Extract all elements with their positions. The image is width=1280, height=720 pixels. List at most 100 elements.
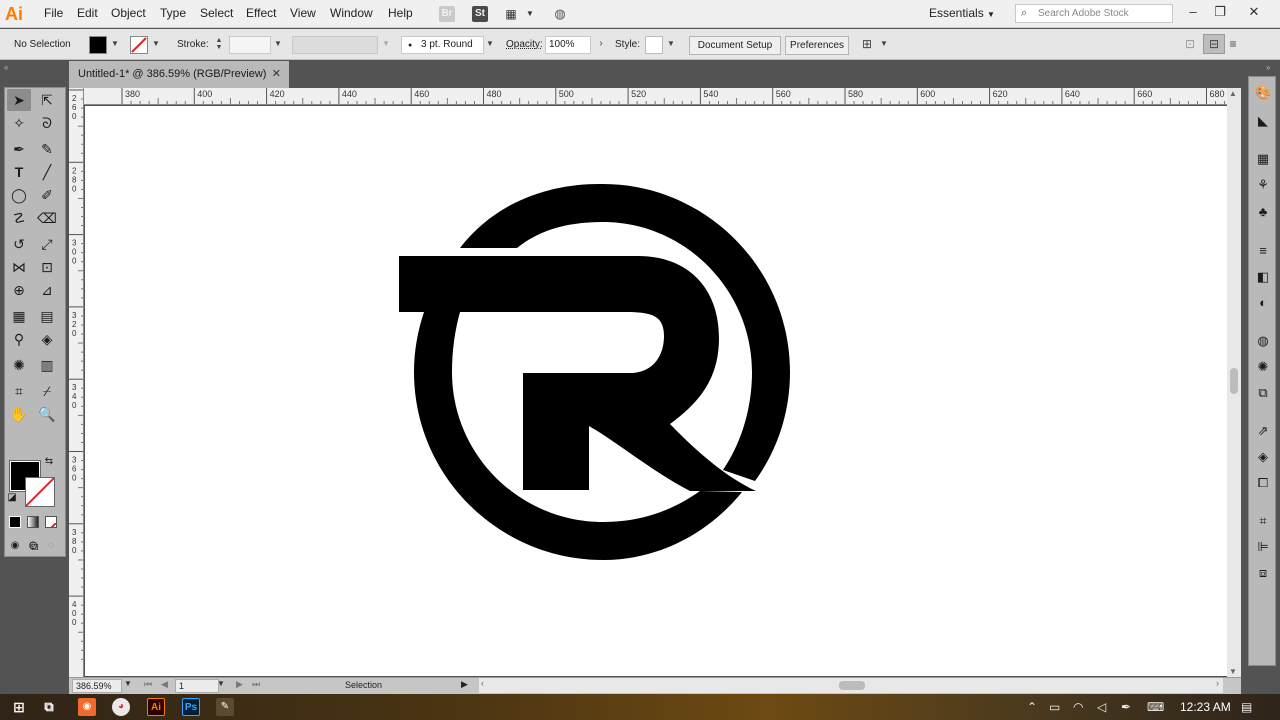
symbols-panel-icon[interactable]: ♣ [1255, 204, 1271, 220]
show-hidden-icons[interactable]: ⌃ [1027, 699, 1037, 715]
default-colors-icon[interactable]: ◪ [6, 492, 18, 504]
graphic-styles-icon[interactable]: ✺ [1255, 359, 1271, 375]
opacity-label[interactable]: Opacity: [506, 39, 543, 50]
draw-normal-icon[interactable]: ◉ [7, 539, 23, 553]
opacity-input[interactable]: 100% [545, 36, 591, 54]
zoom-tool-icon[interactable]: 🔍 [35, 403, 59, 425]
scroll-down-icon[interactable]: ▼ [1229, 667, 1237, 676]
chevron-down-icon[interactable]: ▼ [217, 679, 225, 688]
none-mode-icon[interactable] [45, 516, 57, 528]
chevron-down-icon[interactable]: ▼ [879, 37, 889, 51]
isolate-icon[interactable]: ⊡ [1183, 37, 1197, 51]
artboard-canvas[interactable] [85, 106, 1227, 676]
menu-window[interactable]: Window [330, 6, 373, 20]
brushes-panel-icon[interactable]: ⚘ [1255, 177, 1271, 193]
action-center-icon[interactable]: ▤ [1241, 699, 1252, 715]
keyboard-icon[interactable]: ⌨ [1147, 699, 1164, 715]
chevron-down-icon[interactable]: ▼ [522, 6, 538, 22]
appearance-panel-icon[interactable]: ◍ [1255, 333, 1271, 349]
ellipse-tool-icon[interactable]: ◯ [7, 184, 31, 206]
color-panel-icon[interactable]: 🎨 [1255, 85, 1271, 101]
artboard-number-input[interactable]: 1 [175, 679, 219, 693]
chevron-down-icon[interactable]: ▼ [124, 679, 132, 688]
close-tab-icon[interactable]: ✕ [272, 67, 281, 80]
stroke-weight-stepper[interactable]: ▲ ▼ [214, 37, 224, 53]
app-photoshop-icon[interactable]: Ps [182, 698, 200, 716]
artboards-panel-icon[interactable]: ⧠ [1255, 475, 1271, 491]
chevron-down-icon[interactable]: ▼ [151, 37, 161, 51]
r-circle-logo[interactable] [85, 106, 1227, 676]
chevron-down-icon[interactable]: ▼ [381, 37, 391, 51]
chevron-down-icon[interactable]: ▼ [666, 37, 676, 51]
document-tab[interactable]: Untitled-1* @ 386.59% (RGB/Preview) ✕ [69, 61, 289, 88]
bridge-icon[interactable]: Br [439, 6, 455, 22]
scroll-up-icon[interactable]: ▲ [1229, 89, 1237, 98]
app-paint-icon[interactable]: ✎ [216, 698, 234, 716]
battery-icon[interactable]: ▭ [1049, 699, 1060, 715]
app-illustrator-icon[interactable]: Ai [147, 698, 165, 716]
hand-tool-icon[interactable]: ✋ [7, 403, 31, 425]
panel-menu-icon[interactable]: ≡ [1228, 37, 1238, 51]
stroke-swatch[interactable] [25, 477, 55, 507]
document-setup-button[interactable]: Document Setup [689, 36, 781, 55]
select-similar-icon[interactable]: ⊞ [860, 37, 874, 51]
line-tool-icon[interactable]: ╱ [35, 161, 59, 183]
minimize-icon[interactable]: – [1183, 2, 1203, 22]
stroke-color-swatch[interactable] [130, 36, 148, 54]
gpu-performance-icon[interactable]: ◍ [552, 6, 568, 22]
collapse-panel-icon[interactable]: « [4, 63, 8, 72]
restore-icon[interactable]: ❐ [1210, 2, 1230, 22]
curvature-tool-icon[interactable]: ✎ [35, 138, 59, 160]
export-icon[interactable]: ⇗ [1255, 423, 1271, 439]
task-view-icon[interactable]: ⧉ [40, 698, 58, 716]
app-firefox-icon[interactable]: ◉ [78, 698, 96, 716]
brush-definition[interactable]: ● 3 pt. Round [401, 36, 484, 54]
horizontal-scroll-thumb[interactable] [839, 681, 865, 690]
column-graph-tool-icon[interactable]: ▥ [35, 354, 59, 376]
chevron-down-icon[interactable]: ▼ [273, 37, 283, 51]
asset-export-icon[interactable]: ⧉ [1255, 385, 1271, 401]
vertical-scrollbar[interactable]: ▲ ▼ [1227, 88, 1241, 677]
system-clock[interactable]: 12:23 AM [1180, 700, 1231, 714]
scroll-right-icon[interactable]: › [1216, 678, 1219, 688]
symbol-sprayer-tool-icon[interactable]: ✺ [7, 354, 31, 376]
menu-help[interactable]: Help [388, 6, 413, 20]
vertical-ruler[interactable]: 260280300320340360380400 [69, 88, 84, 677]
perspective-grid-tool-icon[interactable]: ⊿ [35, 279, 59, 301]
color-mode-icon[interactable] [9, 516, 21, 528]
shape-builder-tool-icon[interactable]: ⊕ [7, 279, 31, 301]
pathfinder-panel-icon[interactable]: ⧈ [1255, 565, 1271, 581]
menu-object[interactable]: Object [111, 6, 146, 20]
search-stock-input[interactable]: ⌕ Search Adobe Stock [1015, 4, 1173, 23]
width-tool-icon[interactable]: ⋈ [7, 256, 31, 278]
previous-artboard-icon[interactable]: ◀ [161, 679, 168, 690]
type-tool-icon[interactable]: T [7, 161, 31, 183]
fill-color-swatch[interactable] [89, 36, 107, 54]
magic-wand-tool-icon[interactable]: ✧ [7, 112, 31, 134]
chevron-right-icon[interactable]: › [596, 37, 606, 51]
pen-tool-icon[interactable]: ✒ [7, 138, 31, 160]
workspace-switcher[interactable]: Essentials ▼ [929, 6, 995, 20]
layers-panel-icon[interactable]: ◈ [1255, 449, 1271, 465]
control-panel-menu-icon[interactable]: ⊟ [1203, 34, 1225, 54]
transform-panel-icon[interactable]: ⌗ [1255, 513, 1271, 529]
pen-workspace-icon[interactable]: ✒ [1121, 699, 1131, 715]
gradient-panel-icon[interactable]: ◧ [1255, 269, 1271, 285]
slice-tool-icon[interactable]: ⌿ [35, 380, 59, 402]
variable-width-profile[interactable] [292, 36, 378, 54]
artboard-tool-icon[interactable]: ⌗ [7, 380, 31, 402]
menu-view[interactable]: View [290, 6, 316, 20]
swap-fill-stroke-icon[interactable]: ⇆ [43, 456, 55, 468]
app-chrome-icon[interactable]: ◕ [112, 698, 130, 716]
preferences-button[interactable]: Preferences [785, 36, 849, 55]
swatches-panel-icon[interactable]: ▦ [1255, 151, 1271, 167]
menu-effect[interactable]: Effect [246, 6, 276, 20]
screen-mode-icon[interactable]: ⧉ [24, 539, 44, 553]
selection-tool-icon[interactable]: ➤ [7, 89, 31, 111]
last-artboard-icon[interactable]: ⏭ [252, 679, 260, 690]
menu-select[interactable]: Select [200, 6, 233, 20]
menu-file[interactable]: File [44, 6, 63, 20]
eyedropper-tool-icon[interactable]: ⚲ [7, 328, 31, 350]
paintbrush-tool-icon[interactable]: ✐ [35, 184, 59, 206]
direct-selection-tool-icon[interactable]: ⇱ [35, 89, 59, 111]
